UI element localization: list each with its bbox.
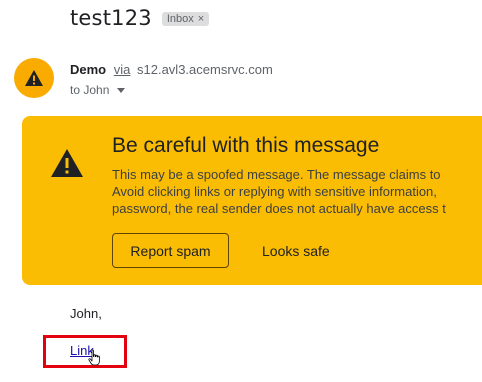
subject-row: test123 Inbox × [70,6,210,30]
hand-pointer-icon [88,349,100,366]
recipient-details-toggle[interactable]: to John [70,83,126,97]
sender-domain: s12.avl3.acemsrvc.com [137,62,273,77]
email-body-greeting: John, [70,306,102,321]
spoof-warning-banner: Be careful with this message This may be… [22,116,482,285]
warning-message: This may be a spoofed message. The messa… [112,166,446,217]
remove-label-icon[interactable]: × [198,13,204,25]
warning-line: This may be a spoofed message. The messa… [112,167,441,182]
report-spam-button[interactable]: Report spam [112,233,229,268]
recipient-line: to John [70,83,110,97]
sender-row: Demo via s12.avl3.acemsrvc.com [70,62,273,77]
warning-actions: Report spam Looks safe [112,233,342,268]
warning-title: Be careful with this message [112,134,380,157]
email-subject: test123 [70,6,152,30]
caret-down-icon[interactable] [117,87,126,93]
via-link[interactable]: via [114,62,131,77]
warning-icon [51,149,83,177]
warning-icon [25,70,43,86]
warning-line: password, the real sender does not actua… [112,201,446,216]
warning-line: Avoid clicking links or replying with se… [112,184,437,199]
inbox-label-text: Inbox [166,13,194,25]
inbox-label-chip[interactable]: Inbox × [161,12,210,26]
sender-avatar [14,58,54,98]
looks-safe-button[interactable]: Looks safe [250,233,342,268]
sender-name[interactable]: Demo [70,62,106,77]
